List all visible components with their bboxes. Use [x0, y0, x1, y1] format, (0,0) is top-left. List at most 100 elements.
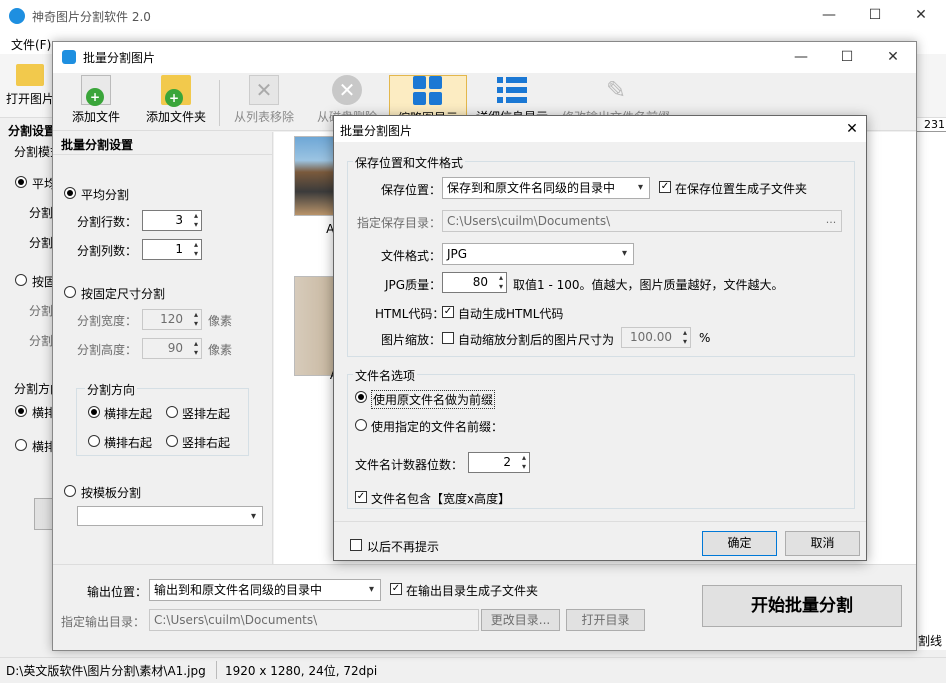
open-image-label: 打开图片 — [5, 92, 54, 106]
add-folder-label: 添加文件夹 — [145, 110, 206, 124]
status-divider — [216, 661, 217, 679]
main-cols-label: 分割 — [29, 236, 54, 250]
save-subfolder-check[interactable] — [659, 181, 671, 193]
width-stepper[interactable]: 120 — [142, 309, 202, 330]
status-info: 1920 x 1280, 24位, 72dpi — [225, 664, 378, 678]
main-dir-radio-2[interactable] — [15, 439, 27, 451]
include-size-check[interactable] — [355, 491, 367, 503]
ok-button[interactable]: 确定 — [702, 531, 777, 556]
fixed-split-radio[interactable] — [64, 286, 76, 298]
rows-stepper[interactable]: 3 — [142, 210, 202, 231]
dir-rl-tb-radio[interactable] — [88, 435, 100, 447]
use-original-radio[interactable] — [355, 391, 367, 403]
open-image-button[interactable]: 打开图片 — [4, 60, 56, 112]
no-prompt-label: 以后不再提示 — [367, 540, 440, 554]
close-button[interactable]: ✕ — [898, 0, 944, 30]
batch-minimize-button[interactable]: — — [778, 42, 824, 72]
dir-lr-tb-label: 横排左起 — [104, 407, 153, 421]
counter-label: 文件名计数器位数： — [355, 458, 464, 472]
batch-settings-title: 批量分割设置 — [61, 138, 134, 152]
counter-stepper[interactable]: 2 — [468, 452, 530, 473]
width-label: 分割宽度： — [77, 314, 138, 328]
start-batch-button[interactable]: 开始批量分割 — [702, 585, 902, 627]
avg-split-radio[interactable] — [64, 187, 76, 199]
scale-check-label: 自动缩放分割后的图片尺寸为 — [458, 333, 615, 347]
maximize-button[interactable]: ☐ — [852, 0, 898, 30]
quality-stepper[interactable]: 80 — [442, 272, 507, 293]
quality-label: JPG质量： — [385, 278, 442, 292]
scale-unit: % — [699, 331, 711, 345]
template-select[interactable] — [77, 506, 263, 527]
scale-stepper[interactable]: 100.00 — [621, 327, 691, 348]
output-subfolder-check[interactable] — [390, 583, 402, 595]
template-split-radio[interactable] — [64, 485, 76, 497]
no-prompt-check[interactable] — [350, 539, 362, 551]
main-fh-label: 分割 — [29, 334, 54, 348]
remove-from-list-button[interactable]: ✕ 从列表移除 — [225, 75, 303, 129]
dialog-title: 批量分割图片 — [340, 124, 413, 138]
save-location-label: 保存位置： — [381, 183, 442, 197]
menu-file[interactable]: 文件(F) — [11, 36, 51, 53]
html-check-label: 自动生成HTML代码 — [458, 307, 564, 321]
output-subfolder-label: 在输出目录生成子文件夹 — [406, 584, 539, 598]
format-label: 文件格式： — [381, 249, 442, 263]
add-folder-button[interactable]: + 添加文件夹 — [139, 75, 213, 129]
ruler-value: 231 — [924, 118, 945, 131]
dialog-footer-rule — [334, 521, 866, 522]
main-fixed-radio[interactable] — [15, 274, 27, 286]
minimize-button[interactable]: — — [806, 0, 852, 30]
change-dir-button[interactable]: 更改目录... — [481, 609, 560, 631]
browse-button[interactable]: ... — [821, 211, 841, 231]
template-split-label: 按模板分割 — [81, 486, 142, 500]
main-rows-label: 分割 — [29, 206, 54, 220]
add-file-button[interactable]: + 添加文件 — [61, 75, 131, 129]
dir-tb-rl-radio[interactable] — [166, 435, 178, 447]
pencil-icon: ✎ — [605, 76, 627, 104]
batch-maximize-button[interactable]: ☐ — [824, 42, 870, 72]
dialog-close-button[interactable]: ✕ — [840, 118, 864, 140]
dir-lr-tb-radio[interactable] — [88, 406, 100, 418]
cols-stepper[interactable]: 1 — [142, 239, 202, 260]
height-label: 分割高度： — [77, 343, 138, 357]
output-dir-field[interactable]: C:\Users\cuilm\Documents\ — [149, 609, 479, 631]
cancel-button[interactable]: 取消 — [785, 531, 860, 556]
settings-title-rule — [53, 154, 273, 155]
include-size-label: 文件名包含【宽度x高度】 — [371, 492, 511, 506]
dir-tb-lr-label: 竖排左起 — [182, 407, 231, 421]
split-line-label: 割线 — [918, 634, 943, 648]
batch-titlebar: 批量分割图片 — ☐ ✕ — [53, 42, 916, 73]
toolbar-separator-1 — [219, 80, 220, 126]
main-dir-radio-1[interactable] — [15, 405, 27, 417]
save-dir-label: 指定保存目录： — [357, 216, 442, 230]
scale-check[interactable] — [442, 332, 454, 344]
main-fw-label: 分割 — [29, 304, 54, 318]
fixed-split-label: 按固定尺寸分割 — [81, 287, 166, 301]
output-location-select[interactable]: 输出到和原文件名同级的目录中 — [149, 579, 381, 601]
html-label: HTML代码： — [375, 307, 445, 321]
use-custom-radio[interactable] — [355, 419, 367, 431]
main-titlebar: 神奇图片分割软件 2.0 — ☐ ✕ — [0, 0, 946, 32]
main-avg-radio[interactable] — [15, 176, 27, 188]
height-stepper[interactable]: 90 — [142, 338, 202, 359]
quality-hint: 取值1 - 100。值越大，图片质量越好，文件越大。 — [513, 278, 784, 292]
html-check[interactable] — [442, 306, 454, 318]
status-path: D:\英文版软件\图片分割\素材\A1.jpg — [6, 664, 206, 678]
batch-close-button[interactable]: ✕ — [870, 42, 916, 72]
save-subfolder-label: 在保存位置生成子文件夹 — [675, 182, 808, 196]
save-location-select[interactable]: 保存到和原文件名同级的目录中 — [442, 177, 650, 199]
canvas-area — [916, 132, 946, 650]
dir-rl-tb-label: 横排右起 — [104, 436, 153, 450]
format-select[interactable]: JPG — [442, 243, 634, 265]
save-dir-field[interactable]: C:\Users\cuilm\Documents\ — [442, 210, 842, 232]
use-original-label: 使用原文件名做为前缀 — [371, 390, 496, 409]
batch-logo-icon — [62, 50, 76, 64]
output-label: 输出位置： — [87, 585, 148, 599]
remove-list-icon: ✕ — [249, 75, 279, 105]
output-dir-label: 指定输出目录： — [61, 615, 146, 629]
batch-title: 批量分割图片 — [83, 51, 156, 65]
open-dir-button[interactable]: 打开目录 — [566, 609, 645, 631]
avg-split-label: 平均分割 — [81, 188, 130, 202]
cols-label: 分割列数： — [77, 244, 138, 258]
add-file-label: 添加文件 — [71, 110, 120, 124]
dir-tb-lr-radio[interactable] — [166, 406, 178, 418]
